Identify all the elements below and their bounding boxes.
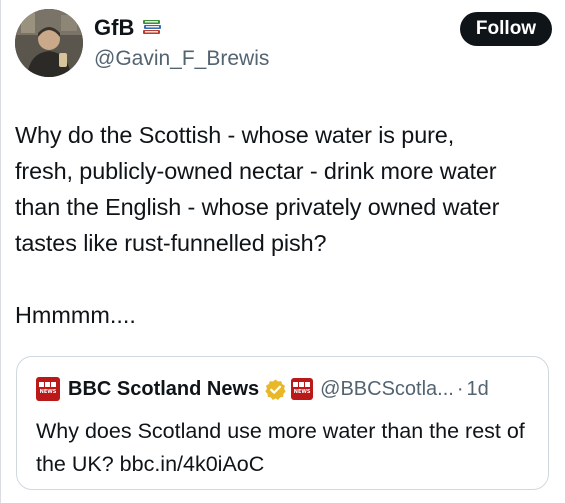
bbc-news-logo-icon: NEWS <box>36 377 60 401</box>
quoted-tweet-time[interactable]: 1d <box>467 376 489 402</box>
quoted-tweet-text: Why does Scotland use more water than th… <box>36 419 525 476</box>
tweet-card: GfB @Gavin_F_Brewis Follow Why do the Sc… <box>0 0 565 503</box>
author-handle[interactable]: @Gavin_F_Brewis <box>94 46 269 72</box>
avatar[interactable] <box>15 9 83 77</box>
quoted-tweet-header: NEWS BBC Scotland News NEWS @BBCScotla..… <box>36 376 489 402</box>
bbc-affiliate-logo-icon: NEWS <box>291 378 314 400</box>
quoted-author-name: BBC Scotland News <box>68 378 260 400</box>
books-icon <box>141 17 163 39</box>
tweet-text-second-paragraph: Hmmmm.... <box>15 302 136 328</box>
quoted-tweet[interactable]: NEWS BBC Scotland News NEWS @BBCScotla..… <box>16 356 549 490</box>
gold-verified-badge-icon <box>264 378 287 401</box>
header-separator: · <box>456 378 464 400</box>
display-name-text: GfB <box>94 15 135 40</box>
tweet-text: Why do the Scottish - whose water is pur… <box>15 122 500 256</box>
avatar-photo-icon <box>15 9 83 77</box>
follow-button[interactable]: Follow <box>460 12 552 46</box>
display-name[interactable]: GfB <box>94 15 163 41</box>
quoted-author-handle: @BBCScotla... <box>320 378 454 400</box>
